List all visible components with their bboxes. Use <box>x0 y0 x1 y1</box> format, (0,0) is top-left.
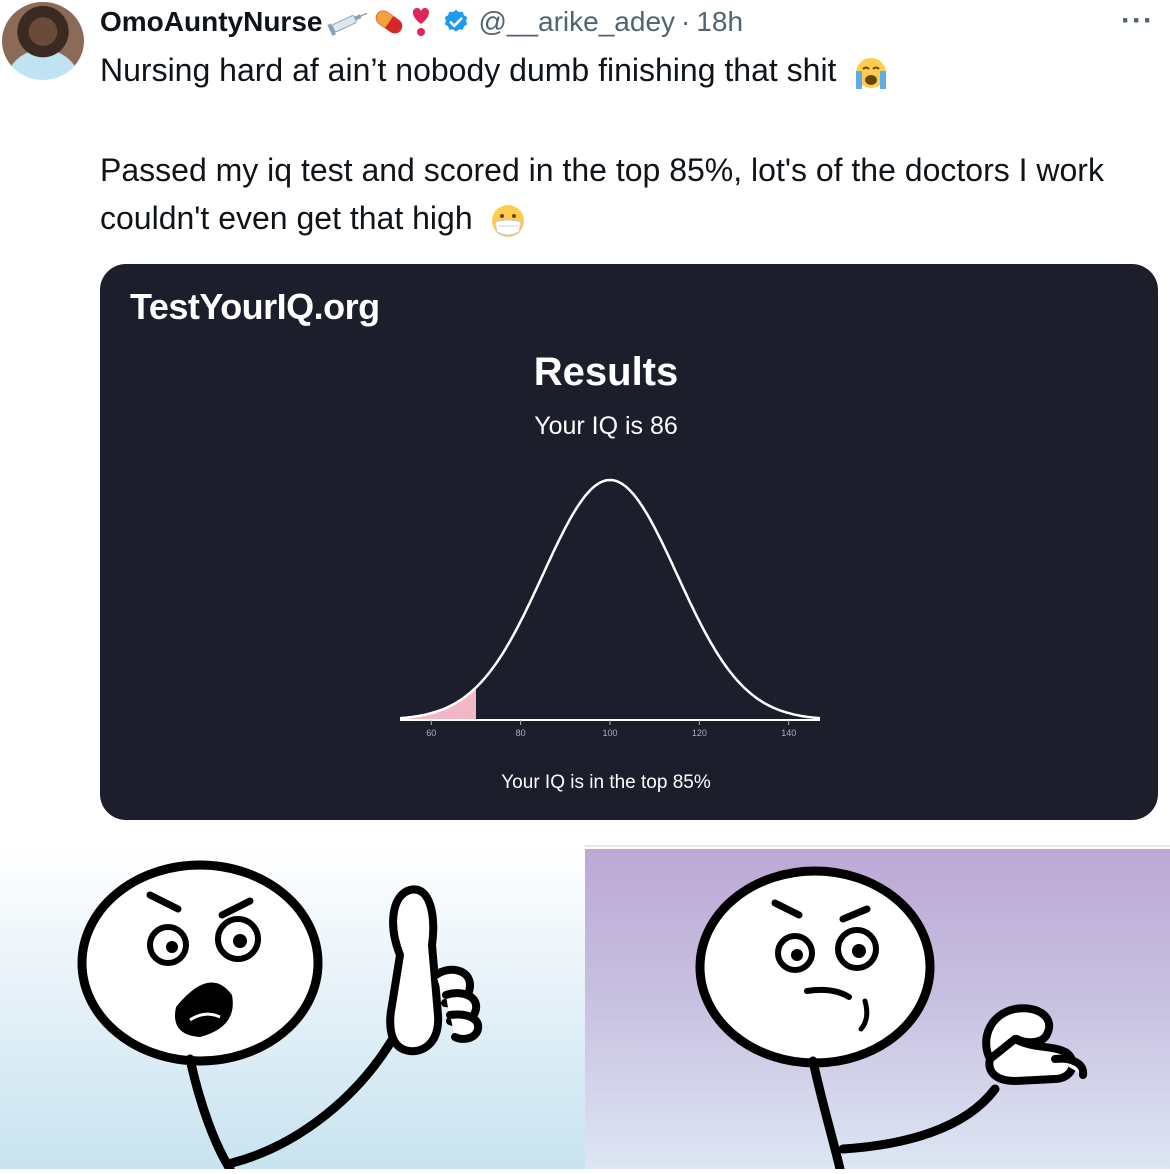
distribution-curve <box>399 478 821 720</box>
iq-result-card[interactable]: TestYourIQ.org Results Your IQ is 86 60 8… <box>100 264 1158 820</box>
handle[interactable]: @__arike_adey <box>478 6 675 38</box>
separator: · <box>681 6 691 37</box>
display-name[interactable]: OmoAuntyNurse <box>100 6 322 38</box>
x-tick-label: 100 <box>602 728 617 738</box>
timestamp[interactable]: 18h <box>696 6 743 38</box>
tweet-text: Nursing hard af ain’t nobody dumb finish… <box>100 46 1150 242</box>
percentile-text: Your IQ is in the top 85% <box>501 772 711 793</box>
x-tick-label: 120 <box>692 728 707 738</box>
x-tick-label: 60 <box>426 728 436 738</box>
meme-image[interactable] <box>0 845 1170 1174</box>
bell-curve-chart: 60 80 100 120 140 <box>399 478 821 738</box>
x-axis-ticks: 60 80 100 120 140 <box>426 720 796 738</box>
face-with-mask-icon <box>491 204 524 237</box>
tweet-text-line1: Nursing hard af ain’t nobody dumb finish… <box>100 46 1150 94</box>
results-subtitle: Your IQ is 86 <box>534 412 678 440</box>
x-tick-label: 140 <box>781 728 796 738</box>
brand-logo-text: TestYourIQ.org <box>130 286 380 327</box>
heart-exclamation-icon <box>413 8 430 36</box>
stick-figure-raising-finger-icon <box>77 860 483 1174</box>
crying-face-icon <box>856 57 887 89</box>
pill-icon <box>376 10 403 34</box>
more-options-button[interactable]: ··· <box>1121 4 1154 38</box>
verified-badge-icon <box>445 9 468 32</box>
name-emojis <box>326 6 434 38</box>
meme-panel-left <box>0 845 585 1174</box>
meme-panel-right <box>585 849 1170 1174</box>
stick-figure-pondering-icon <box>695 866 1088 1174</box>
shaded-area <box>400 687 476 720</box>
syringe-icon <box>327 12 368 36</box>
tweet-text-line2: Passed my iq test and scored in the top … <box>100 146 1150 242</box>
results-title: Results <box>533 350 679 394</box>
avatar[interactable] <box>2 2 84 80</box>
tweet-header: OmoAuntyNurse @__arike_adey · 18h <box>100 2 743 42</box>
x-tick-label: 80 <box>516 728 526 738</box>
